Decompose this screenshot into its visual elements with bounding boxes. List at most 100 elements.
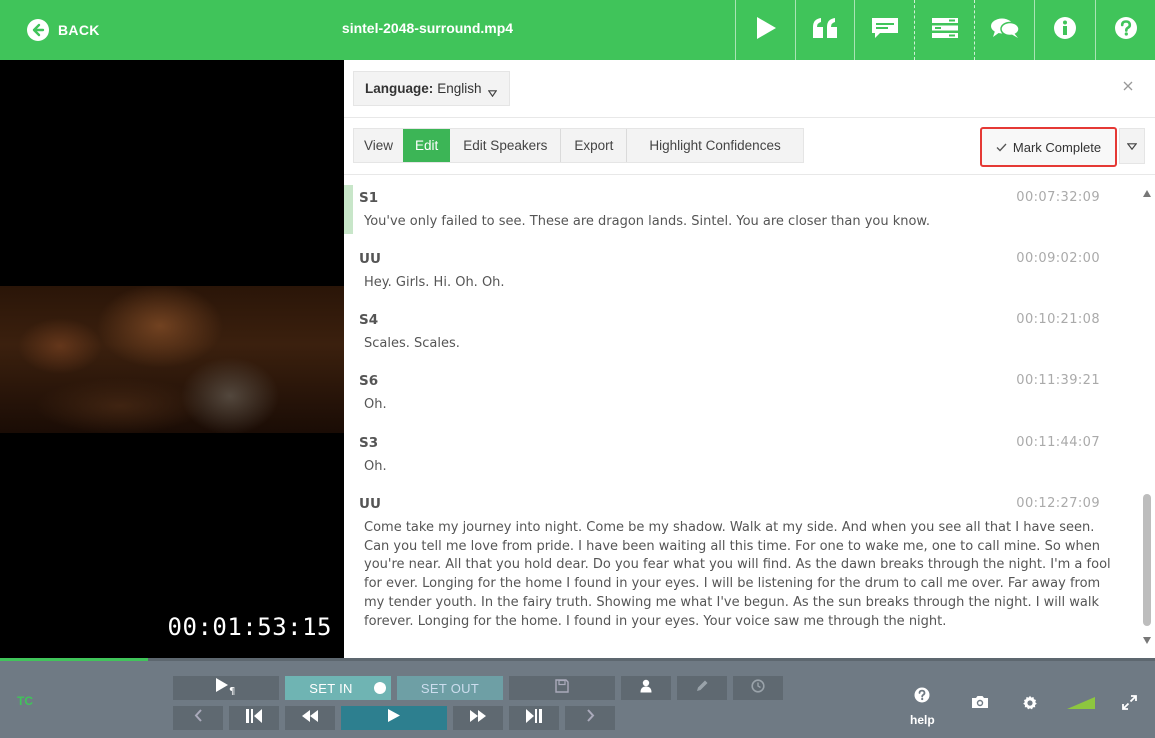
video-frame [0, 286, 344, 433]
speaker-label[interactable]: UU [359, 251, 381, 267]
playback-controls: TC ¶ SET IN SET OUT help [0, 658, 1155, 738]
play-button[interactable] [341, 706, 447, 730]
rewind-button[interactable] [285, 706, 335, 730]
fast-forward-icon [469, 709, 487, 728]
set-in-indicator-icon [374, 682, 386, 694]
arrow-left-icon [27, 19, 49, 41]
close-icon[interactable] [1123, 78, 1133, 96]
chevron-left-icon [194, 709, 203, 727]
segment-text[interactable]: Come take my journey into night. Come be… [364, 519, 1114, 631]
comments-button[interactable] [974, 0, 1034, 60]
mark-complete-button[interactable]: Mark Complete [980, 127, 1117, 167]
back-label: BACK [58, 22, 100, 38]
help-button[interactable] [1095, 0, 1155, 60]
previous-button[interactable] [173, 706, 223, 730]
back-button[interactable]: BACK [27, 18, 100, 42]
scrollbar-thumb[interactable] [1143, 494, 1151, 626]
help-control[interactable]: help [910, 687, 935, 727]
clock-button[interactable] [733, 676, 783, 700]
speaker-label[interactable]: S1 [359, 190, 378, 206]
active-segment-indicator [344, 185, 353, 234]
fullscreen-button[interactable] [1122, 695, 1137, 715]
segment-timestamp[interactable]: 00:10:21:08 [1016, 312, 1100, 327]
segment-text[interactable]: Hey. Girls. Hi. Oh. Oh. [364, 274, 1114, 293]
set-out-label: SET OUT [420, 680, 480, 696]
save-button[interactable] [509, 676, 615, 700]
caret-down-icon [1126, 137, 1138, 155]
subtitles-icon [871, 17, 899, 44]
svg-text:¶: ¶ [229, 686, 235, 695]
speaker-label[interactable]: UU [359, 496, 381, 512]
speaker-button[interactable] [621, 676, 671, 700]
quote-icon [812, 17, 838, 44]
play-media-button[interactable] [735, 0, 795, 60]
help-label: help [910, 713, 935, 727]
comments-icon [990, 17, 1020, 44]
progress-fill [0, 658, 148, 661]
tc-label[interactable]: TC [17, 694, 33, 708]
camera-icon [971, 695, 989, 714]
fast-forward-button[interactable] [453, 706, 503, 730]
mark-complete-label: Mark Complete [1012, 139, 1102, 155]
transcript-list: S1 00:07:32:09 You've only failed to see… [344, 175, 1139, 658]
list-view-button[interactable] [914, 0, 974, 60]
mark-complete-dropdown[interactable] [1119, 128, 1145, 164]
segment-timestamp[interactable]: 00:09:02:00 [1016, 251, 1100, 266]
next-button[interactable] [565, 706, 615, 730]
speaker-label[interactable]: S4 [359, 312, 378, 328]
list-icon [931, 17, 959, 44]
play-to-paragraph-button[interactable]: ¶ [173, 676, 279, 700]
language-bar: Language: English [344, 60, 1155, 118]
edit-button[interactable] [677, 676, 727, 700]
snapshot-button[interactable] [971, 695, 989, 714]
help-icon [1114, 16, 1138, 45]
set-in-label: SET IN [309, 680, 353, 696]
skip-to-start-button[interactable] [229, 706, 279, 730]
segment-text[interactable]: You've only failed to see. These are dra… [364, 213, 1114, 232]
tab-view[interactable]: View [354, 129, 403, 162]
tab-edit[interactable]: Edit [403, 129, 451, 162]
scroll-up-icon[interactable] [1143, 190, 1151, 197]
chevron-right-icon [586, 709, 595, 727]
tab-highlight-confidences[interactable]: Highlight Confidences [627, 129, 802, 162]
speaker-label[interactable]: S6 [359, 373, 378, 389]
file-title: sintel-2048-surround.mp4 [341, 20, 514, 36]
set-in-button[interactable]: SET IN [285, 676, 391, 700]
pencil-icon [695, 679, 709, 698]
settings-button[interactable] [1022, 695, 1038, 716]
video-player[interactable]: 00:01:53:15 [0, 60, 344, 658]
segment-timestamp[interactable]: 00:12:27:09 [1016, 496, 1100, 511]
segment-timestamp[interactable]: 00:11:39:21 [1016, 373, 1100, 388]
info-icon [1053, 16, 1077, 45]
language-select[interactable]: Language: English [353, 71, 510, 106]
top-bar: BACK sintel-2048-surround.mp4 [0, 0, 1155, 60]
language-label: Language: [365, 81, 434, 96]
expand-icon [1122, 695, 1137, 715]
segment-text[interactable]: Oh. [364, 458, 1114, 477]
set-out-button[interactable]: SET OUT [397, 676, 503, 700]
transcript-scrollbar[interactable] [1141, 185, 1153, 655]
volume-level-icon [1066, 696, 1096, 715]
mode-tabs-bar: View Edit Edit Speakers Export Highlight… [344, 118, 1155, 175]
tab-export[interactable]: Export [561, 129, 628, 162]
rewind-icon [301, 709, 319, 728]
progress-bar[interactable] [0, 658, 1155, 661]
segment-timestamp[interactable]: 00:11:44:07 [1016, 435, 1100, 450]
scroll-down-icon[interactable] [1143, 637, 1151, 644]
volume-control[interactable] [1066, 696, 1096, 715]
clock-icon [751, 678, 765, 698]
segment-text[interactable]: Scales. Scales. [364, 335, 1114, 354]
language-value: English [437, 81, 482, 96]
quote-button[interactable] [795, 0, 854, 60]
skip-to-end-button[interactable] [509, 706, 559, 730]
info-button[interactable] [1034, 0, 1095, 60]
video-timecode: 00:01:53:15 [167, 613, 332, 641]
speaker-label[interactable]: S3 [359, 435, 378, 451]
subtitles-button[interactable] [854, 0, 914, 60]
tab-edit-speakers[interactable]: Edit Speakers [450, 129, 562, 162]
skip-back-icon [245, 708, 263, 729]
user-icon [640, 679, 652, 698]
checkmark-icon [996, 140, 1007, 155]
segment-text[interactable]: Oh. [364, 396, 1114, 415]
segment-timestamp[interactable]: 00:07:32:09 [1016, 190, 1100, 205]
